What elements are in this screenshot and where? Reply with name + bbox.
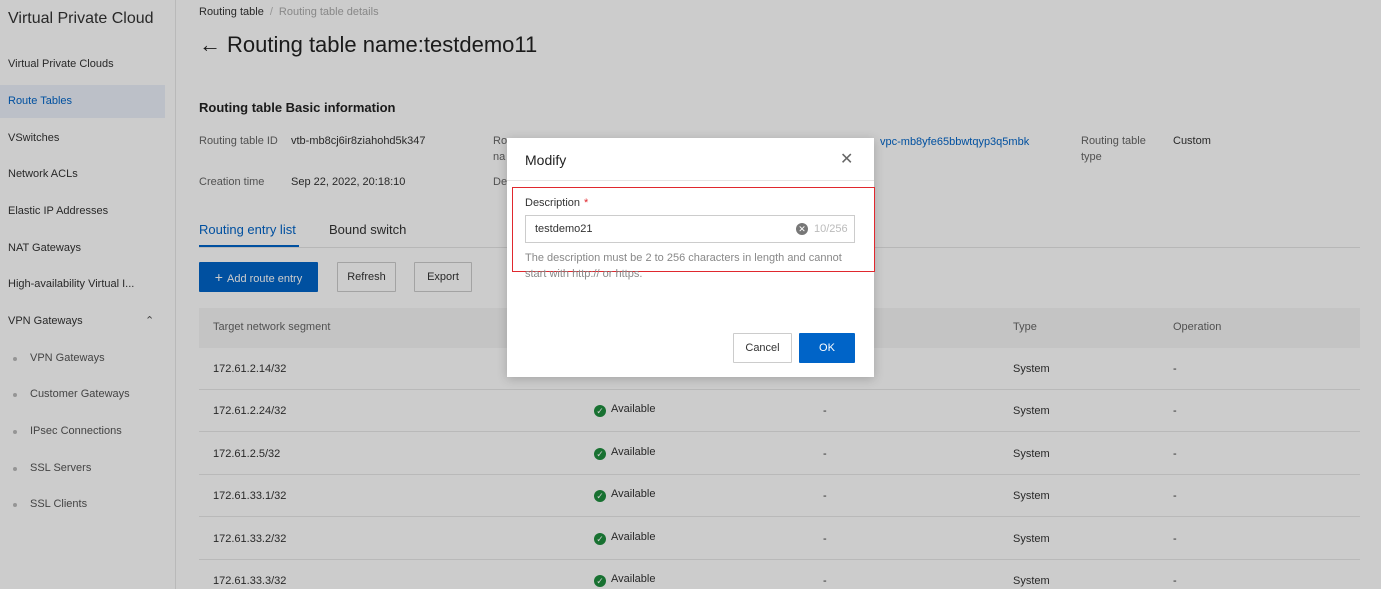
char-counter: 10/256 xyxy=(814,223,848,235)
description-label: Description * xyxy=(525,197,588,209)
ok-button[interactable]: OK xyxy=(799,333,855,363)
required-mark: * xyxy=(584,197,589,209)
cancel-button[interactable]: Cancel xyxy=(733,333,792,363)
dialog-title: Modify xyxy=(525,152,567,168)
clear-icon[interactable]: ✕ xyxy=(796,223,808,235)
description-input-value: testdemo21 xyxy=(535,223,593,235)
description-hint: The description must be 2 to 256 charact… xyxy=(525,252,842,280)
description-input[interactable]: testdemo21 ✕ 10/256 xyxy=(525,215,855,243)
modify-dialog: Modify ✕ Description * testdemo21 ✕ 10/25… xyxy=(507,138,875,377)
close-icon[interactable]: ✕ xyxy=(840,149,853,169)
description-label-text: Description xyxy=(525,197,581,209)
dialog-divider xyxy=(507,180,874,181)
